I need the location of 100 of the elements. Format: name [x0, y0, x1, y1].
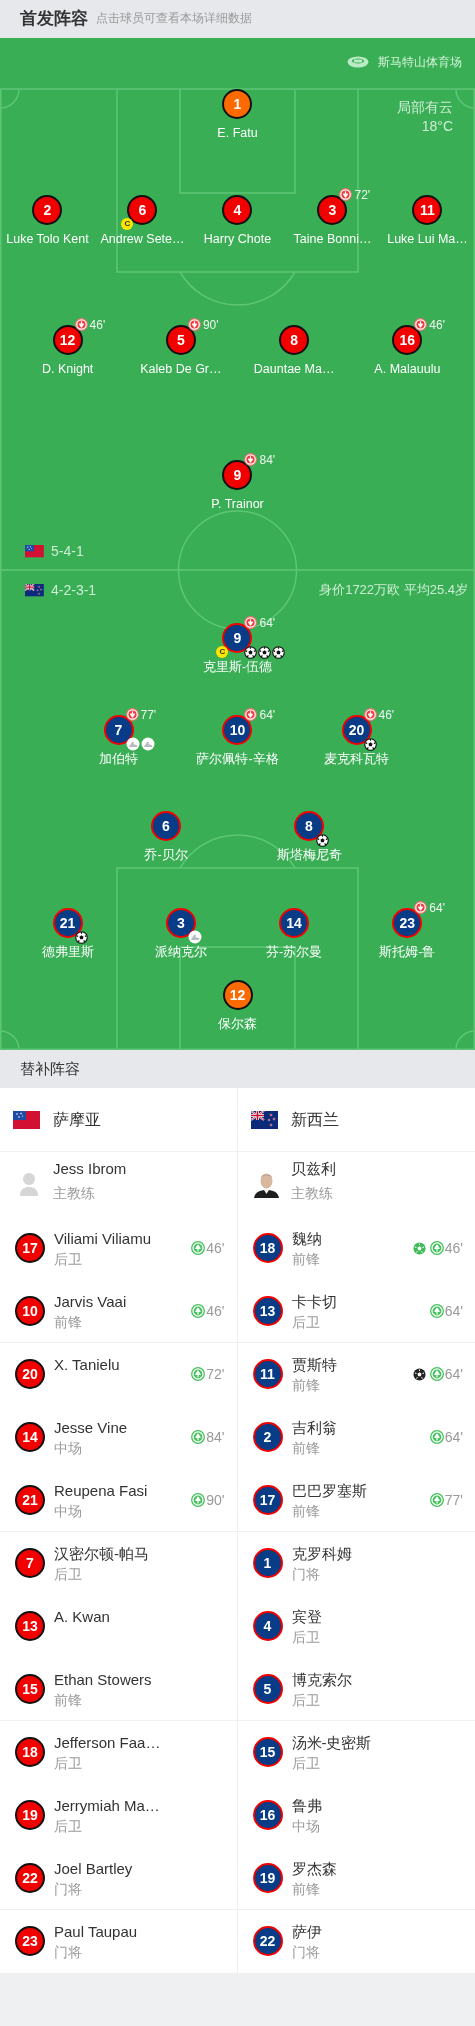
substitution-minute: 46' — [429, 318, 445, 331]
player-number[interactable]: 21 — [15, 1485, 45, 1515]
substitution-in-icon — [191, 1430, 206, 1444]
player-number[interactable]: 3 — [165, 908, 196, 938]
player-name: D. Knight — [41, 361, 94, 377]
player-position: 门将 — [54, 1943, 83, 1962]
goal-ball-icon — [258, 646, 272, 659]
substitution-out-icon — [125, 708, 139, 721]
player-position: 前锋 — [291, 1376, 321, 1395]
player-number[interactable]: 6 — [151, 811, 181, 841]
substitution-in-icon — [191, 1367, 206, 1381]
player-number[interactable]: 18 — [15, 1737, 45, 1767]
player-position: 前锋 — [54, 1313, 83, 1332]
substitution-minute: 84' — [206, 1430, 225, 1444]
player-number[interactable]: 11 — [412, 195, 443, 225]
player-number[interactable]: 7 — [103, 715, 134, 745]
player-number[interactable]: 18 — [252, 1233, 283, 1263]
weather-text: 局部有云 — [397, 98, 453, 117]
player-name: 宾登 — [291, 1607, 323, 1627]
player-number[interactable]: 17 — [15, 1233, 45, 1263]
player-name: Kaleb De Gr… — [140, 361, 222, 377]
player-name: Jarvis Vaai — [54, 1292, 128, 1312]
player-number[interactable]: 7 — [15, 1548, 45, 1578]
substitution-out-icon — [244, 616, 258, 629]
player-name: 萨伊 — [291, 1922, 323, 1942]
player-number[interactable]: 19 — [15, 1800, 45, 1830]
player-number[interactable]: 4 — [222, 195, 253, 225]
team-name: 萨摩亚 — [53, 1109, 101, 1130]
player-name: 德弗里斯 — [41, 944, 94, 960]
substitution-minute: 90' — [206, 1493, 225, 1507]
player-number[interactable]: 4 — [252, 1611, 283, 1641]
player-number[interactable]: 9 — [222, 460, 253, 490]
player-number[interactable]: 23 — [15, 1926, 45, 1956]
player-number[interactable]: 3 — [317, 195, 348, 225]
player-number[interactable]: 19 — [252, 1863, 283, 1893]
player-name: 汉密尔顿-帕马 — [54, 1544, 150, 1564]
player-number[interactable]: 13 — [252, 1296, 283, 1326]
flag-icon — [25, 544, 44, 558]
player-number[interactable]: 5 — [165, 325, 196, 355]
player-name: 克罗科姆 — [291, 1544, 353, 1564]
avatar-placeholder-icon — [19, 1171, 39, 1196]
player-number[interactable]: 1 — [222, 89, 253, 119]
player-number[interactable]: 17 — [252, 1485, 283, 1515]
player-name: X. Tanielu — [54, 1355, 121, 1375]
player-name: Luke Tolo Kent — [6, 231, 89, 247]
goal-ball-icon — [74, 931, 88, 944]
goal-ball-icon — [316, 834, 329, 847]
player-position: 前锋 — [291, 1250, 321, 1269]
player-number[interactable]: 11 — [252, 1359, 283, 1389]
player-name: Viliami Viliamu — [54, 1229, 152, 1249]
player-number[interactable]: 20 — [341, 715, 372, 745]
player-name: Jefferson Faa… — [54, 1733, 162, 1753]
player-number[interactable]: 12 — [222, 980, 253, 1010]
player-name: E. Fatu — [217, 125, 258, 141]
substitution-minute: 84' — [259, 453, 276, 466]
substitution-minute: 77' — [140, 708, 157, 721]
player-number[interactable]: 16 — [252, 1800, 283, 1830]
player-number[interactable]: 22 — [15, 1863, 45, 1893]
section-title: 替补阵容 — [20, 1058, 80, 1079]
player-number[interactable]: 12 — [52, 325, 83, 355]
player-number[interactable]: 8 — [294, 811, 324, 841]
substitution-in-icon — [429, 1367, 444, 1381]
player-number[interactable]: 8 — [279, 325, 310, 355]
player-name: Harry Chote — [203, 231, 272, 247]
player-number[interactable]: 15 — [15, 1674, 45, 1704]
temperature-text: 18°C — [421, 117, 453, 136]
player-position: 后卫 — [54, 1250, 83, 1269]
player-number[interactable]: 21 — [52, 908, 83, 938]
section-hint: 点击球员可查看本场详细数据 — [96, 11, 252, 27]
player-position: 中场 — [54, 1439, 83, 1458]
player-number[interactable]: 14 — [15, 1422, 45, 1452]
player-number[interactable]: 13 — [15, 1611, 45, 1641]
player-name: Paul Taupau — [54, 1922, 139, 1942]
player-position: 前锋 — [54, 1691, 83, 1710]
substitution-minute: 46' — [378, 708, 395, 721]
player-number[interactable]: 1 — [252, 1548, 283, 1578]
player-number[interactable]: 5 — [252, 1674, 283, 1704]
player-name: 加伯特 — [99, 751, 138, 767]
substitution-in-icon — [191, 1304, 206, 1318]
formation-text: 4-2-3-1 — [51, 580, 97, 600]
player-name: Taine Bonni… — [293, 231, 372, 247]
player-number[interactable]: 23 — [392, 908, 423, 938]
player-position: 前锋 — [291, 1502, 321, 1521]
player-number[interactable]: 16 — [392, 325, 423, 355]
player-number[interactable]: 10 — [15, 1296, 45, 1326]
substitution-out-icon — [339, 188, 353, 201]
player-number[interactable]: 22 — [252, 1926, 283, 1956]
goal-ball-icon — [272, 646, 286, 659]
player-number[interactable]: 15 — [252, 1737, 283, 1767]
player-name: 麦克科瓦特 — [324, 751, 389, 767]
goal-ball-icon — [244, 646, 258, 659]
player-name: Andrew Sete… — [100, 231, 185, 247]
substitution-minute: 64' — [259, 616, 276, 629]
substitution-out-icon — [363, 708, 377, 721]
player-number[interactable]: 2 — [252, 1422, 283, 1452]
assist-boot-icon — [140, 737, 155, 751]
player-number[interactable]: 20 — [15, 1359, 45, 1389]
player-number[interactable]: 14 — [279, 908, 310, 938]
player-number[interactable]: 10 — [222, 715, 253, 745]
player-number[interactable]: 2 — [32, 195, 63, 225]
